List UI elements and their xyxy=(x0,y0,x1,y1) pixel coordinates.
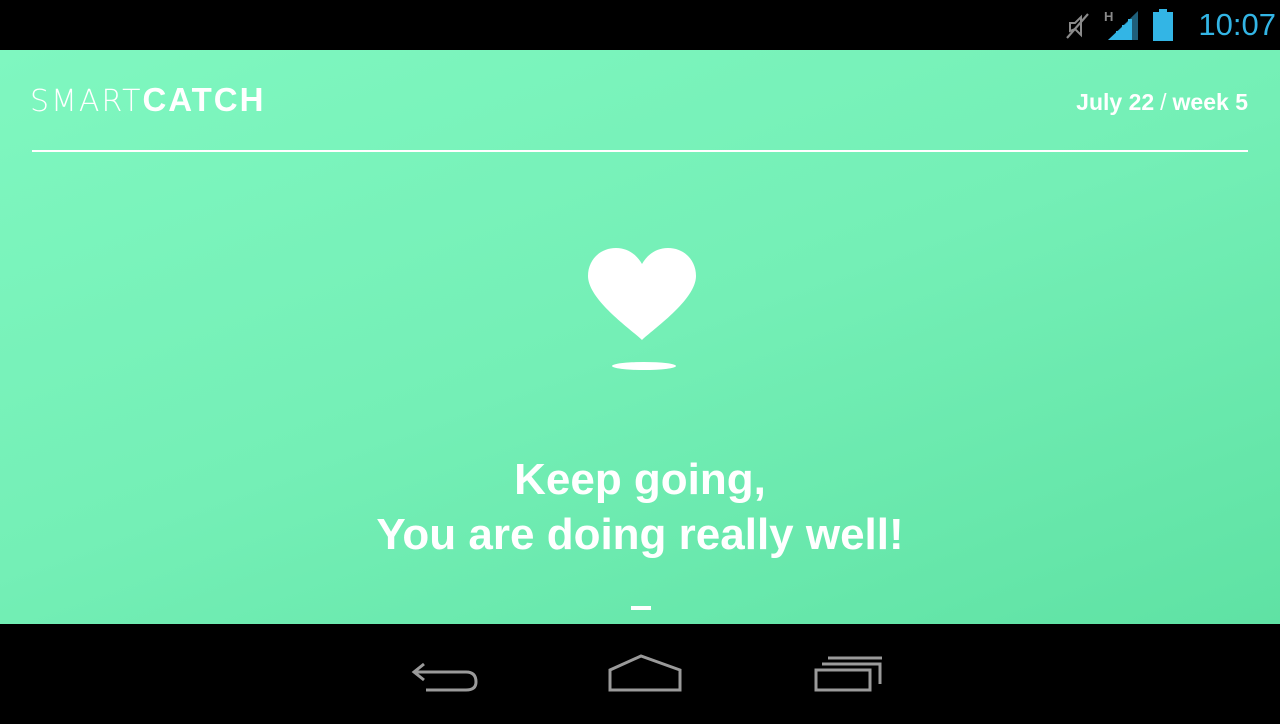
heart-shadow xyxy=(612,362,676,370)
battery-icon xyxy=(1153,9,1173,41)
status-clock: 10:07 xyxy=(1198,7,1276,42)
device-screen: H 10:07 SMARTCATCH July 22/week 5 Keep g… xyxy=(0,0,1280,724)
page-indicator xyxy=(631,606,651,610)
date-separator: / xyxy=(1160,89,1167,115)
encouragement-message: Keep going, You are doing really well! xyxy=(240,452,1040,562)
logo-bold-text: CATCH xyxy=(142,81,266,118)
signal-icon: H xyxy=(1104,9,1138,40)
home-button[interactable] xyxy=(604,648,684,700)
home-icon xyxy=(608,654,682,692)
week-label: week 5 xyxy=(1172,89,1248,115)
message-line-1: Keep going, xyxy=(514,455,766,504)
navigation-bar xyxy=(0,624,1280,724)
recents-button[interactable] xyxy=(808,648,888,700)
logo-light-text: SMART xyxy=(30,84,143,119)
back-button[interactable] xyxy=(406,648,486,700)
app-logo: SMARTCATCH xyxy=(30,80,265,120)
recents-icon xyxy=(814,656,882,692)
app-content: SMARTCATCH July 22/week 5 Keep going, Yo… xyxy=(0,50,1280,624)
network-type-label: H xyxy=(1104,9,1113,24)
message-line-2: You are doing really well! xyxy=(376,510,904,559)
status-bar: H 10:07 xyxy=(0,0,1280,50)
back-icon xyxy=(411,662,478,692)
date-label: July 22 xyxy=(1076,89,1155,115)
header-divider xyxy=(32,150,1248,152)
date-week-label: July 22/week 5 xyxy=(1076,86,1248,118)
heart-icon xyxy=(588,248,696,340)
mute-icon xyxy=(1066,13,1089,39)
